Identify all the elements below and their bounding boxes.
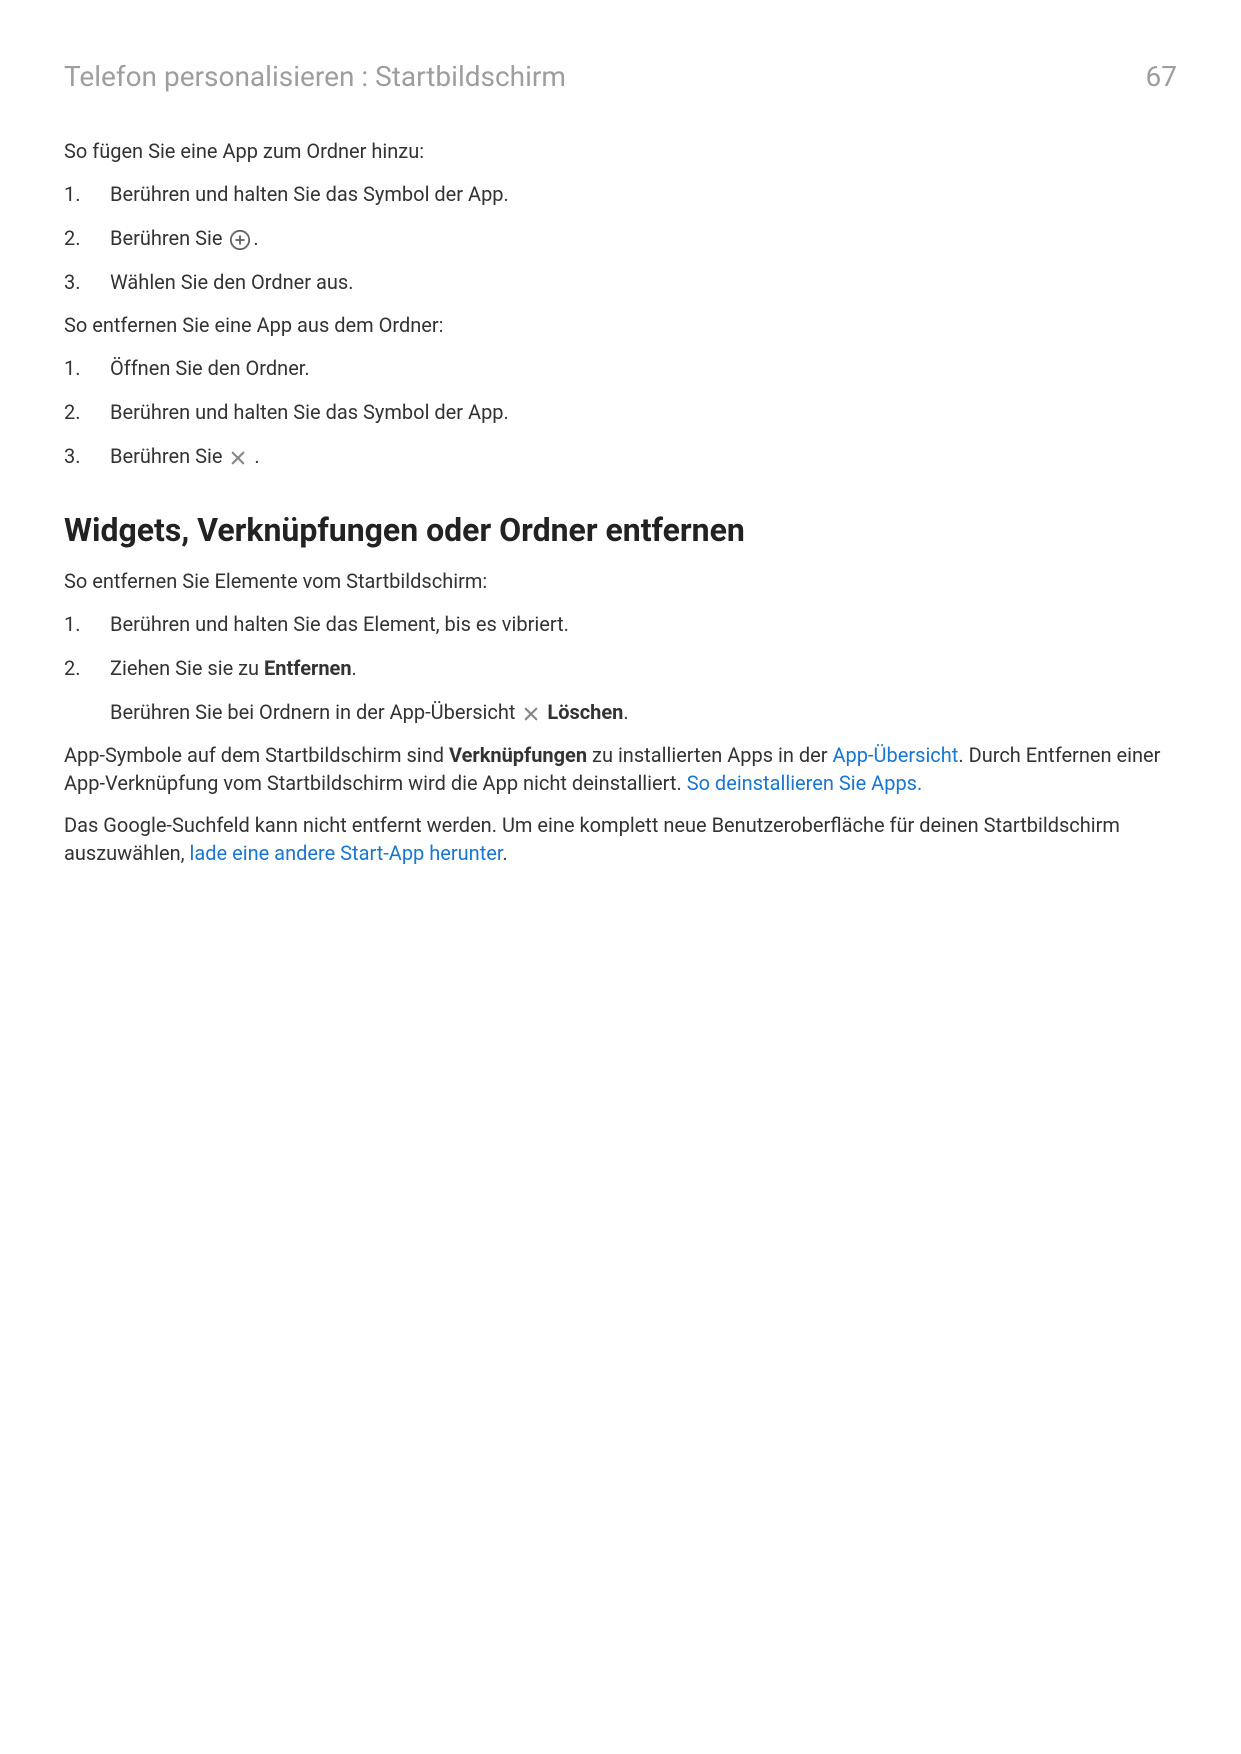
step-text-before: Berühren Sie: [110, 444, 227, 468]
app-overview-link[interactable]: App-Übersicht: [833, 743, 959, 767]
page-number: 67: [1146, 60, 1177, 93]
list-item: Berühren und halten Sie das Symbol der A…: [64, 179, 1177, 209]
close-icon: [229, 449, 247, 467]
list-item: Ziehen Sie sie zu Entfernen.: [64, 653, 1177, 683]
add-intro: So fügen Sie eine App zum Ordner hinzu:: [64, 137, 1177, 165]
sub-instruction: Berühren Sie bei Ordnern in der App-Über…: [64, 697, 1177, 727]
launcher-download-link[interactable]: lade eine andere Start-App herunter: [190, 841, 503, 865]
list-item: Berühren Sie .: [64, 223, 1177, 253]
google-search-paragraph: Das Google-Suchfeld kann nicht entfernt …: [64, 811, 1177, 867]
remove-app-steps: Öffnen Sie den Ordner. Berühren und halt…: [64, 353, 1177, 471]
remove-items-intro: So entfernen Sie Elemente vom Startbilds…: [64, 567, 1177, 595]
sub-text-bold: Löschen: [547, 700, 623, 724]
close-icon: [522, 705, 540, 723]
text: App-Symbole auf dem Startbildschirm sind: [64, 743, 449, 767]
sub-text-after: .: [623, 700, 628, 724]
text: .: [502, 841, 507, 865]
page-header: Telefon personalisieren : Startbildschir…: [64, 60, 1177, 93]
step-text-after: .: [249, 444, 259, 468]
shortcuts-paragraph: App-Symbole auf dem Startbildschirm sind…: [64, 741, 1177, 797]
step-text-after: .: [352, 656, 357, 680]
breadcrumb: Telefon personalisieren : Startbildschir…: [64, 60, 566, 93]
uninstall-apps-link[interactable]: So deinstallieren Sie Apps.: [687, 771, 923, 795]
step-text-bold: Entfernen: [264, 656, 352, 680]
list-item: Öffnen Sie den Ordner.: [64, 353, 1177, 383]
plus-circle-icon: [229, 229, 251, 251]
list-item: Berühren und halten Sie das Element, bis…: [64, 609, 1177, 639]
step-text-before: Berühren Sie: [110, 226, 227, 250]
step-text-after: .: [253, 226, 258, 250]
remove-app-intro: So entfernen Sie eine App aus dem Ordner…: [64, 311, 1177, 339]
text: zu installierten Apps in der: [587, 743, 832, 767]
add-steps: Berühren und halten Sie das Symbol der A…: [64, 179, 1177, 297]
remove-items-steps: Berühren und halten Sie das Element, bis…: [64, 609, 1177, 683]
bold-text: Verknüpfungen: [449, 743, 587, 767]
step-text-before: Ziehen Sie sie zu: [110, 656, 264, 680]
sub-text-before: Berühren Sie bei Ordnern in der App-Über…: [110, 700, 520, 724]
section-heading: Widgets, Verknüpfungen oder Ordner entfe…: [64, 511, 1177, 549]
list-item: Wählen Sie den Ordner aus.: [64, 267, 1177, 297]
list-item: Berühren Sie .: [64, 441, 1177, 471]
list-item: Berühren und halten Sie das Symbol der A…: [64, 397, 1177, 427]
